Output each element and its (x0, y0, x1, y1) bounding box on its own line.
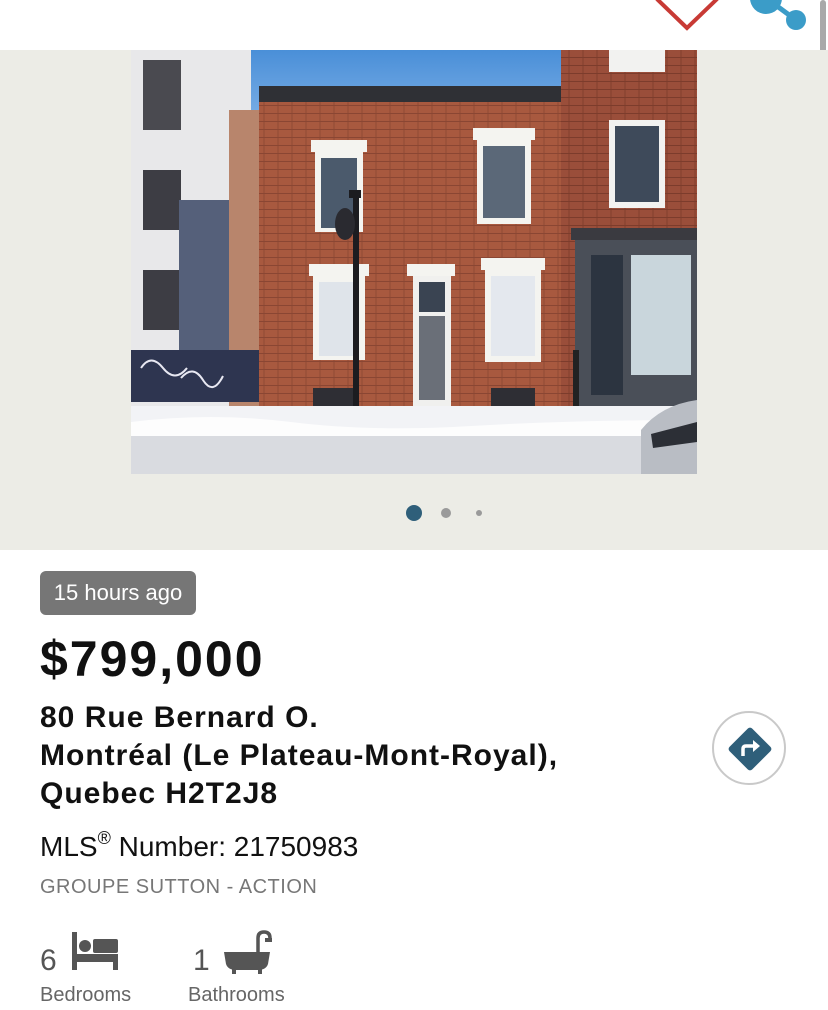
photo-gallery[interactable] (0, 50, 828, 550)
bedrooms-count: 6 (40, 944, 57, 977)
bedrooms-feature: 6 Bedrooms (40, 930, 140, 1010)
bed-icon (70, 930, 120, 977)
agency-name: GROUPE SUTTON - ACTION (40, 876, 318, 898)
share-icon[interactable] (746, 0, 812, 34)
mls-label: MLS (40, 831, 98, 862)
address-line-1: 80 Rue Bernard O. (40, 701, 319, 734)
carousel-dot-1[interactable] (406, 505, 422, 521)
bathtub-icon (222, 930, 272, 979)
address-line-2: Montréal (Le Plateau-Mont-Royal), (40, 739, 559, 772)
mls-number: MLS® Number: 21750983 (40, 828, 358, 863)
posted-time-badge: 15 hours ago (40, 571, 196, 615)
favorite-heart-icon[interactable] (650, 0, 724, 32)
listing-details: 15 hours ago $799,000 80 Rue Bernard O. … (0, 550, 828, 1006)
directions-button[interactable] (712, 711, 786, 785)
listing-photo[interactable] (131, 50, 697, 474)
bathrooms-feature: 1 Bathrooms (188, 930, 298, 1010)
carousel-dots (0, 505, 828, 525)
listing-address: 80 Rue Bernard O. Montréal (Le Plateau-M… (40, 699, 558, 813)
top-bar (0, 0, 828, 50)
mls-number-value: Number: 21750983 (110, 831, 359, 862)
carousel-dot-3[interactable] (476, 510, 482, 516)
listing-price: $799,000 (40, 631, 265, 687)
mls-registered-mark: ® (97, 828, 111, 848)
bathrooms-count: 1 (193, 944, 210, 977)
carousel-dot-2[interactable] (441, 508, 451, 518)
address-line-3: Quebec H2T2J8 (40, 777, 279, 810)
directions-icon (728, 727, 772, 771)
